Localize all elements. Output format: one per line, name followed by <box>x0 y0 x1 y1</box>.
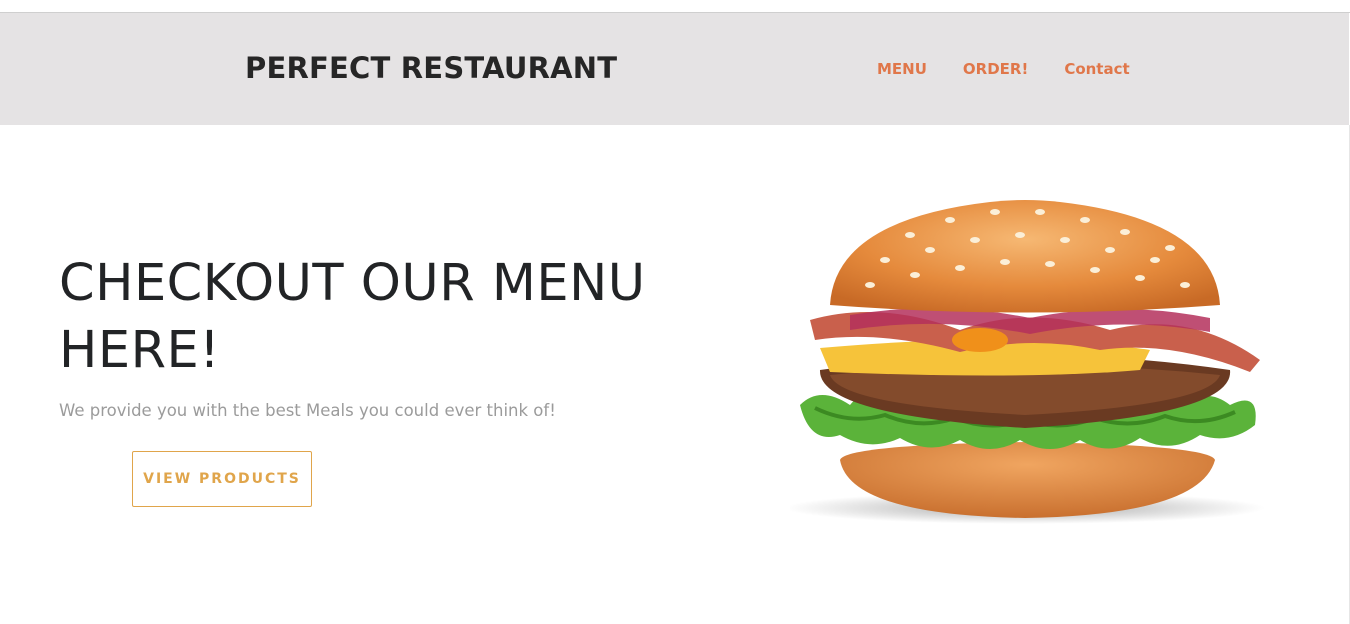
main-nav: MENU ORDER! Contact <box>877 60 1130 78</box>
brand-logo-text[interactable]: PERFECT RESTAURANT <box>245 51 617 85</box>
nav-link-menu[interactable]: MENU <box>877 60 927 78</box>
hero-title: CHECKOUT OUR MENU HERE! <box>59 254 646 380</box>
site-header: PERFECT RESTAURANT MENU ORDER! Contact <box>0 13 1349 125</box>
hero-subtitle: We provide you with the best Meals you c… <box>59 401 556 420</box>
burger-image <box>790 200 1265 524</box>
nav-link-contact[interactable]: Contact <box>1064 60 1129 78</box>
nav-link-order[interactable]: ORDER! <box>963 60 1028 78</box>
view-products-button[interactable]: VIEW PRODUCTS <box>132 451 312 507</box>
top-strip <box>0 0 1350 13</box>
